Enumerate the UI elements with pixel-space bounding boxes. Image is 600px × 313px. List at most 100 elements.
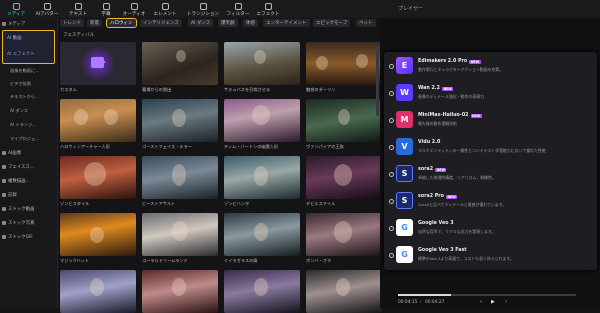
radio-button[interactable] bbox=[389, 226, 394, 231]
grid-scrollbar[interactable] bbox=[376, 46, 379, 116]
template-card[interactable]: ヴァンパイアの王族 bbox=[306, 99, 382, 150]
sidebar-sub-text-to[interactable]: テキストから... bbox=[10, 94, 39, 100]
template-card[interactable]: ハロウィンアーチャー人形 bbox=[60, 99, 136, 150]
element-icon bbox=[161, 3, 169, 10]
play-icon[interactable]: ▶ bbox=[491, 299, 495, 305]
template-card[interactable]: 魅惑のダーリン bbox=[306, 42, 382, 93]
toolbar-tab-effect[interactable]: エフェクト bbox=[252, 0, 284, 18]
toolbar-tab-avatar[interactable]: AIアバター bbox=[30, 0, 64, 18]
template-card[interactable] bbox=[306, 270, 382, 313]
sidebar-item-stock-gif[interactable]: ストックGIF bbox=[2, 234, 33, 240]
tab-festival[interactable]: フェスティバル bbox=[60, 31, 97, 39]
ai-effect-label[interactable]: AI エフェクト bbox=[7, 51, 35, 57]
template-card[interactable]: 墓場からの脱出 bbox=[142, 42, 218, 93]
prev-frame-icon[interactable]: ‹ bbox=[480, 299, 482, 305]
radio-button[interactable] bbox=[389, 199, 394, 204]
sidebar-item-multi-draw[interactable]: 複数描画... bbox=[2, 178, 30, 184]
model-option[interactable]: V Vidu 2.0 マルチエンティティの一貫性とコンテキスト学習能力において優… bbox=[384, 134, 597, 161]
template-caption: ゴーストフェイス・キラー bbox=[142, 144, 192, 149]
model-name: MiniMax-Hailuo-02 NEW bbox=[418, 113, 482, 118]
current-time: 00:04:15 bbox=[398, 300, 418, 305]
template-card[interactable] bbox=[60, 270, 136, 313]
google-logo-icon: G bbox=[396, 246, 413, 263]
template-caption: ゾンビスタイル bbox=[60, 201, 90, 206]
model-option[interactable]: G Google Veo 3 自然な音声で、リアルな出力を実現します。 bbox=[384, 215, 597, 242]
model-name: Vidu 2.0 bbox=[418, 140, 441, 145]
model-option[interactable]: S sora2 Pro NEW Sora2と比べてディテールと質感が優れています。 bbox=[384, 188, 597, 215]
template-caption: マジックハット bbox=[60, 258, 90, 263]
sidebar-item-ai-image[interactable]: AI画像 bbox=[2, 150, 21, 156]
sidebar-sub-ai-transition[interactable]: AI トランジ... bbox=[10, 122, 36, 128]
model-option[interactable]: W Wan 2.2 NEW 画像のディテール強化・動作の表現力 bbox=[384, 80, 597, 107]
tab-entertainment[interactable]: エンターテイメント bbox=[263, 19, 310, 27]
model-option[interactable]: M MiniMax-Hailuo-02 NEW 最先端の動作理解技術 bbox=[384, 107, 597, 134]
toolbar-tab-media[interactable]: メディア bbox=[2, 0, 30, 18]
tab-comedy[interactable]: 爆笑劇 bbox=[218, 19, 238, 27]
tab-sensation[interactable]: 体感 bbox=[243, 19, 258, 27]
template-caption: ティム・バートンの幽霊人形 bbox=[224, 144, 279, 149]
tab-ai-dance[interactable]: AI ダンス bbox=[188, 19, 214, 27]
radio-button[interactable] bbox=[389, 91, 394, 96]
sidebar-item-record[interactable]: 記録 bbox=[2, 192, 17, 198]
model-name: sora2 NEW bbox=[418, 167, 447, 172]
toolbar-tab-text[interactable]: テキスト bbox=[64, 0, 92, 18]
tab-intelligence[interactable]: インテリジェンス bbox=[140, 19, 182, 27]
sidebar-item-stock-photo[interactable]: ストック写真 bbox=[2, 220, 34, 226]
template-card[interactable]: デビルスマイル bbox=[306, 156, 382, 207]
player-title: プレイヤー bbox=[398, 6, 423, 12]
playback-progress-bar[interactable] bbox=[398, 294, 576, 296]
model-option[interactable]: S sora2 NEW 卓越した物理的精度、リアリズム、制御性。 bbox=[384, 161, 597, 188]
toolbar-tab-audio[interactable]: オーディオ bbox=[120, 0, 148, 18]
media-icon bbox=[2, 22, 6, 26]
model-name: Edimakers 2.0 Pro NEW bbox=[418, 59, 481, 64]
radio-button[interactable] bbox=[389, 253, 394, 258]
sidebar-item-face-swap[interactable]: フェイスス... bbox=[2, 164, 34, 170]
template-card[interactable]: カスタム bbox=[60, 42, 136, 93]
template-card[interactable]: ビーストアサルト bbox=[142, 156, 218, 207]
stock-video-icon bbox=[2, 207, 6, 211]
sidebar-sub-video-extend[interactable]: ビデオ拡張 bbox=[10, 81, 31, 87]
next-frame-icon[interactable]: › bbox=[505, 299, 507, 305]
tab-trend[interactable]: トレンド bbox=[60, 19, 84, 27]
radio-button[interactable] bbox=[389, 118, 394, 123]
template-card[interactable]: マジックハット bbox=[60, 213, 136, 264]
model-option[interactable]: G Google Veo 3 Fast 標準のVeo 3より高速で、コストも低く… bbox=[384, 242, 597, 269]
sidebar-item-media[interactable]: メディア bbox=[2, 21, 25, 27]
radio-button[interactable] bbox=[389, 172, 394, 177]
filter-icon bbox=[234, 3, 242, 10]
sidebar-item-stock-video[interactable]: ストック動画 bbox=[2, 206, 34, 212]
template-card[interactable] bbox=[224, 270, 300, 313]
toolbar-tab-filter[interactable]: フィルター bbox=[224, 0, 252, 18]
tab-epic-morph[interactable]: エピックモーフ bbox=[313, 19, 351, 27]
toolbar-tab-label: テキスト bbox=[68, 12, 88, 17]
stock-gif-icon bbox=[2, 235, 6, 239]
toolbar-tab-subtitle[interactable]: 字幕 bbox=[92, 0, 120, 18]
template-card[interactable]: ティム・バートンの幽霊人形 bbox=[224, 99, 300, 150]
template-card[interactable]: ゴーストフェイス・キラー bbox=[142, 99, 218, 150]
template-thumbnail bbox=[306, 156, 382, 199]
model-description: 自然な音声で、リアルな出力を実現します。 bbox=[418, 229, 496, 234]
template-card[interactable] bbox=[142, 270, 218, 313]
template-thumbnail bbox=[60, 270, 136, 313]
radio-button[interactable] bbox=[389, 64, 394, 69]
template-card[interactable]: サキュバスを召喚させる bbox=[224, 42, 300, 93]
template-card[interactable]: ゾンビスタイル bbox=[60, 156, 136, 207]
sidebar: メディア AI 動画 AI エフェクト 画像を動画に... ビデオ拡張 テキスト… bbox=[0, 18, 58, 308]
sidebar-item-label: ストック写真 bbox=[8, 221, 35, 226]
template-card[interactable]: コーラルドリームランド bbox=[142, 213, 218, 264]
sidebar-sub-my-project[interactable]: マイプロジェ... bbox=[10, 136, 39, 142]
tab-halloween[interactable]: ハロウィン bbox=[106, 18, 137, 28]
toolbar-tab-element[interactable]: エレメント bbox=[148, 0, 182, 18]
template-card[interactable]: ゾンビハンタ bbox=[224, 156, 300, 207]
sidebar-sub-ai-dance[interactable]: AI ダンス bbox=[10, 108, 28, 114]
ai-video-group[interactable]: AI 動画 AI エフェクト bbox=[2, 30, 55, 64]
model-description: 画像のディテール強化・動作の表現力 bbox=[418, 94, 484, 99]
tab-pet[interactable]: ペット bbox=[356, 19, 376, 27]
model-option[interactable]: E Edimakers 2.0 Pro NEW 動作実行とキャラクターアクション動… bbox=[384, 53, 597, 80]
tab-new[interactable]: 新着 bbox=[87, 19, 102, 27]
sidebar-sub-image-to-video[interactable]: 画像を動画に... bbox=[10, 68, 39, 74]
template-card[interactable]: ミイラガラスの庵 bbox=[224, 213, 300, 264]
template-card[interactable]: ボンバ・オラ bbox=[306, 213, 382, 264]
radio-button[interactable] bbox=[389, 145, 394, 150]
toolbar-tab-transition[interactable]: トランジション bbox=[182, 0, 224, 18]
